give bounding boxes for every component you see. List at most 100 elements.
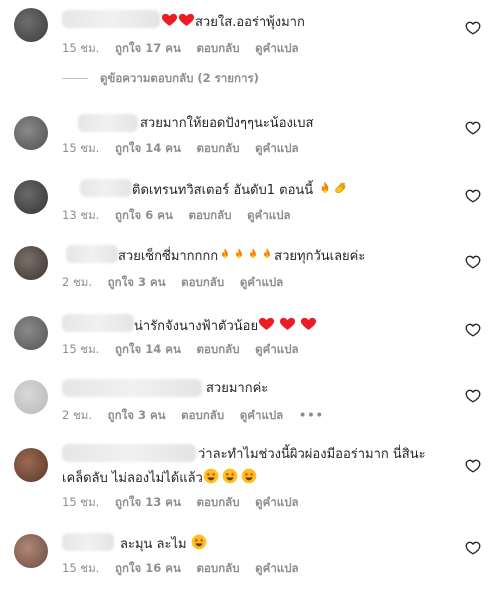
translate-button[interactable]: ดูคำแปล [255,561,298,575]
comment-meta: 15 ชม. ถูกใจ 14 คน ตอบกลับ ดูคำแปล [62,341,311,359]
fire-icon [260,246,274,262]
like-heart-icon[interactable] [465,120,481,136]
comment-text: สวยมากให้ยอดปังๆๆนะน้องเบส [140,115,313,133]
like-count[interactable]: ถูกใจ 3 คน [108,275,166,289]
avatar[interactable] [14,8,48,42]
like-count[interactable]: ถูกใจ 13 คน [115,495,181,509]
comment-meta: 15 ชม. ถูกใจ 16 คน ตอบกลับ ดูคำแปล [62,560,311,578]
timestamp[interactable]: 2 ชม. [62,275,92,289]
comment-meta: 2 ชม. ถูกใจ 3 คน ตอบกลับ ดูคำแปล ••• [62,407,336,425]
like-heart-icon[interactable] [465,458,481,474]
timestamp[interactable]: 15 ชม. [62,342,99,356]
username-redacted[interactable] [62,444,196,462]
translate-button[interactable]: ดูคำแปล [255,41,298,55]
avatar[interactable] [14,116,48,150]
timestamp[interactable]: 15 ชม. [62,41,99,55]
red-heart-icon [279,315,296,332]
comment-text: สวยมากค่ะ [206,380,268,398]
reply-button[interactable]: ตอบกลับ [197,41,240,55]
divider-line [62,78,88,79]
username-redacted[interactable] [62,533,114,551]
like-count[interactable]: ถูกใจ 17 คน [115,41,181,55]
comment-body-part1: สวยเซ็กซี่มากกกก [118,249,219,264]
comment-item: สวยเซ็กซี่มากกกก สวยทุกวันเลยค่ะ 2 ชม. ถู… [0,240,493,300]
comment-body-line2: เคล็ดลับ ไม่ลองไม่ได้แล้ว [62,471,203,486]
comment-text-line2: เคล็ดลับ ไม่ลองไม่ได้แล้ว [62,468,257,488]
timestamp[interactable]: 13 ชม. [62,208,99,222]
timestamp[interactable]: 15 ชม. [62,561,99,575]
username-redacted[interactable] [62,10,160,28]
comment-body: สวยมากค่ะ [206,381,269,396]
comment-item: น่ารักจังนางฟ้าตัวน้อย 15 ชม. ถูกใจ 14 ค… [0,308,493,368]
like-count[interactable]: ถูกใจ 3 คน [108,408,166,422]
username-redacted[interactable] [62,379,202,397]
view-replies-button[interactable]: ดูข้อความตอบกลับ (2 รายการ) [62,70,259,88]
comment-body-line1: ว่าละทำไมช่วงนี้ผิวผ่องมีออร่ามาก นี่สิน… [198,447,426,462]
comment-body: น่ารักจังนางฟ้าตัวน้อย [134,319,259,334]
translate-button[interactable]: ดูคำแปล [240,275,283,289]
avatar[interactable] [14,448,48,482]
like-count[interactable]: ถูกใจ 6 คน [115,208,173,222]
comment-text: สวยใส.ออร่าพุ้งมาก [161,11,305,32]
like-heart-icon[interactable] [465,540,481,556]
clapping-hands-icon [333,180,349,196]
red-heart-icon [161,11,178,28]
like-heart-icon[interactable] [465,20,481,36]
comment-meta: 15 ชม. ถูกใจ 14 คน ตอบกลับ ดูคำแปล [62,140,311,158]
username-redacted[interactable] [66,245,118,263]
like-heart-icon[interactable] [465,188,481,204]
reply-button[interactable]: ตอบกลับ [197,561,240,575]
avatar[interactable] [14,534,48,568]
reply-button[interactable]: ตอบกลับ [189,208,232,222]
like-count[interactable]: ถูกใจ 16 คน [115,561,181,575]
username-redacted[interactable] [62,314,134,332]
comment-item: ว่าละทำไมช่วงนี้ผิวผ่องมีออร่ามาก นี่สิน… [0,440,493,520]
comment-body: สวยมากให้ยอดปังๆๆนะน้องเบส [140,116,314,131]
translate-button[interactable]: ดูคำแปล [255,495,298,509]
avatar[interactable] [14,180,48,214]
like-count[interactable]: ถูกใจ 14 คน [115,141,181,155]
fire-icon [317,180,333,196]
username-redacted[interactable] [80,179,132,197]
comment-body: ติดเทรนทวิสเตอร์ อันดับ1 ตอนนี้ [132,183,314,198]
reply-button[interactable]: ตอบกลับ [197,495,240,509]
star-struck-icon [222,468,238,484]
timestamp[interactable]: 2 ชม. [62,408,92,422]
avatar[interactable] [14,316,48,350]
fire-icon [246,246,260,262]
comment-item: สวยใส.ออร่าพุ้งมาก 15 ชม. ถูกใจ 17 คน ตอ… [0,0,493,60]
fire-icon [232,246,246,262]
timestamp[interactable]: 15 ชม. [62,141,99,155]
comment-item: สวยมากให้ยอดปังๆๆนะน้องเบส 15 ชม. ถูกใจ … [0,108,493,168]
like-heart-icon[interactable] [465,322,481,338]
translate-button[interactable]: ดูคำแปล [247,208,290,222]
star-struck-icon [241,468,257,484]
comment-text: น่ารักจังนางฟ้าตัวน้อย [134,315,317,336]
reply-button[interactable]: ตอบกลับ [197,342,240,356]
username-redacted[interactable] [78,114,138,132]
fire-icon [218,246,232,262]
red-heart-icon [258,315,275,332]
comment-meta: 2 ชม. ถูกใจ 3 คน ตอบกลับ ดูคำแปล [62,274,295,292]
reply-button[interactable]: ตอบกลับ [181,275,224,289]
translate-button[interactable]: ดูคำแปล [255,141,298,155]
star-struck-icon [203,468,219,484]
comment-text: ติดเทรนทวิสเตอร์ อันดับ1 ตอนนี้ [132,180,349,200]
like-heart-icon[interactable] [465,254,481,270]
comment-meta: 15 ชม. ถูกใจ 17 คน ตอบกลับ ดูคำแปล [62,40,311,58]
view-replies-label: ดูข้อความตอบกลับ (2 รายการ) [100,71,259,85]
reply-button[interactable]: ตอบกลับ [197,141,240,155]
like-count[interactable]: ถูกใจ 14 คน [115,342,181,356]
comment-item: สวยมากค่ะ 2 ชม. ถูกใจ 3 คน ตอบกลับ ดูคำแ… [0,374,493,434]
avatar[interactable] [14,246,48,280]
star-struck-icon [191,534,207,550]
translate-button[interactable]: ดูคำแปล [255,342,298,356]
timestamp[interactable]: 15 ชม. [62,495,99,509]
comment-body: สวยใส.ออร่าพุ้งมาก [195,15,305,30]
red-heart-icon [300,315,317,332]
avatar[interactable] [14,380,48,414]
translate-button[interactable]: ดูคำแปล [240,408,283,422]
like-heart-icon[interactable] [465,388,481,404]
more-options-icon[interactable]: ••• [299,408,324,422]
reply-button[interactable]: ตอบกลับ [181,408,224,422]
